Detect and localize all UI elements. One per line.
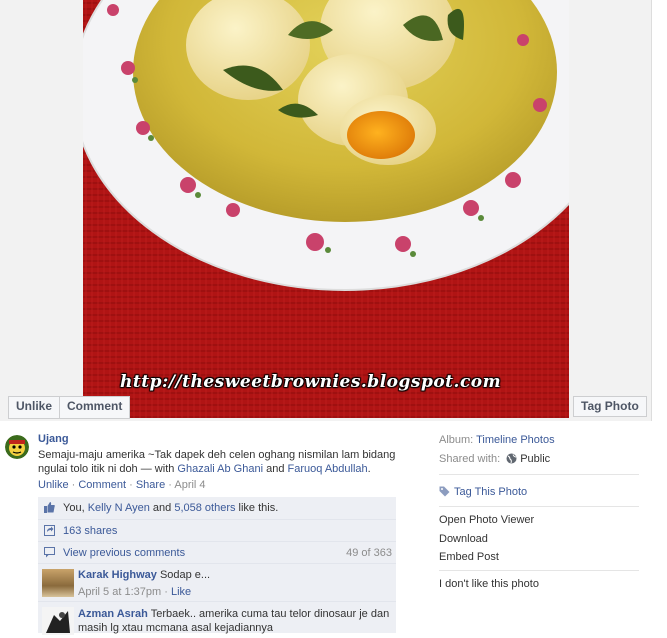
album-link[interactable]: Timeline Photos bbox=[476, 434, 554, 446]
dislike-photo-link[interactable]: I don't like this photo bbox=[439, 578, 539, 590]
separator: · bbox=[126, 479, 136, 491]
avatar[interactable] bbox=[5, 435, 29, 459]
shares-row: 163 shares bbox=[38, 519, 396, 541]
post-caption: Semaju-maju amerika ~Tak dapek deh celen… bbox=[38, 448, 398, 476]
view-previous-row: View previous comments 49 of 363 bbox=[38, 541, 396, 563]
commenter-name[interactable]: Karak Highway bbox=[78, 569, 157, 581]
share-link[interactable]: Share bbox=[136, 479, 165, 491]
shared-with-label: Shared with: bbox=[439, 453, 501, 465]
open-photo-viewer-link[interactable]: Open Photo Viewer bbox=[439, 514, 534, 526]
comment-count: 49 of 363 bbox=[346, 547, 392, 559]
share-icon bbox=[44, 525, 55, 536]
photo-stage bbox=[0, 0, 652, 421]
divider bbox=[439, 570, 639, 571]
divider bbox=[439, 474, 639, 475]
caption-and: and bbox=[263, 463, 288, 475]
comment-text: Sodap e... bbox=[159, 569, 211, 581]
tag-this-photo-link[interactable]: Tag This Photo bbox=[454, 486, 527, 498]
post-author[interactable]: Ujang bbox=[38, 433, 69, 445]
comment-item: Karak Highway Sodap e... April 5 at 1:37… bbox=[38, 563, 396, 601]
shared-with-row: Shared with: Public bbox=[439, 453, 550, 465]
likes-others-link[interactable]: 5,058 others bbox=[174, 502, 235, 514]
commenter-avatar[interactable] bbox=[42, 607, 74, 635]
unlike-link[interactable]: Unlike bbox=[38, 479, 69, 491]
caption-end: . bbox=[367, 463, 371, 475]
separator: · bbox=[165, 479, 175, 491]
post-actions: Unlike · Comment · Share · April 4 bbox=[38, 479, 206, 491]
photo-watermark: http://thesweetbrownies.blogspot.com bbox=[120, 372, 502, 392]
tag-icon bbox=[439, 486, 450, 497]
tag-photo-button[interactable]: Tag Photo bbox=[573, 396, 647, 417]
caption-with: — with bbox=[137, 463, 178, 475]
commenter-name[interactable]: Azman Asrah bbox=[78, 608, 148, 620]
comment-date[interactable]: April 5 at 1:37pm bbox=[78, 586, 161, 598]
album-row: Album: Timeline Photos bbox=[439, 434, 555, 446]
post-date[interactable]: April 4 bbox=[174, 479, 205, 491]
view-previous-comments-link[interactable]: View previous comments bbox=[63, 547, 185, 559]
comment-like-link[interactable]: Like bbox=[171, 586, 191, 598]
separator: · bbox=[68, 479, 79, 491]
thumbs-up-icon bbox=[44, 502, 55, 513]
comment-item: Azman Asrah Terbaek.. amerika cuma tau t… bbox=[38, 601, 396, 635]
liker-link[interactable]: Kelly N Ayen bbox=[88, 502, 150, 514]
download-link[interactable]: Download bbox=[439, 533, 488, 545]
likes-tail: like this. bbox=[235, 502, 279, 514]
photo-unlike-button[interactable]: Unlike bbox=[9, 397, 59, 418]
commenter-avatar[interactable] bbox=[42, 569, 74, 597]
album-label: Album: bbox=[439, 434, 474, 446]
food-photo[interactable] bbox=[83, 0, 569, 418]
comment-link[interactable]: Comment bbox=[78, 479, 126, 491]
photo-comment-button[interactable]: Comment bbox=[59, 397, 129, 418]
likes-and: and bbox=[149, 502, 175, 514]
comment-bubble-icon bbox=[44, 547, 55, 558]
shares-link[interactable]: 163 shares bbox=[63, 525, 117, 537]
likes-row: You, Kelly N Ayen and 5,058 others like … bbox=[38, 497, 396, 519]
tagged-person-link[interactable]: Faruoq Abdullah bbox=[288, 463, 368, 475]
embed-post-link[interactable]: Embed Post bbox=[439, 551, 499, 563]
divider bbox=[439, 506, 639, 507]
photo-action-group: Unlike Comment bbox=[8, 396, 131, 419]
tag-this-photo-row[interactable]: Tag This Photo bbox=[439, 486, 527, 498]
tagged-person-link[interactable]: Ghazali Ab Ghani bbox=[177, 463, 263, 475]
privacy-value[interactable]: Public bbox=[520, 453, 550, 465]
globe-icon bbox=[506, 453, 517, 464]
likes-you: You, bbox=[63, 502, 88, 514]
